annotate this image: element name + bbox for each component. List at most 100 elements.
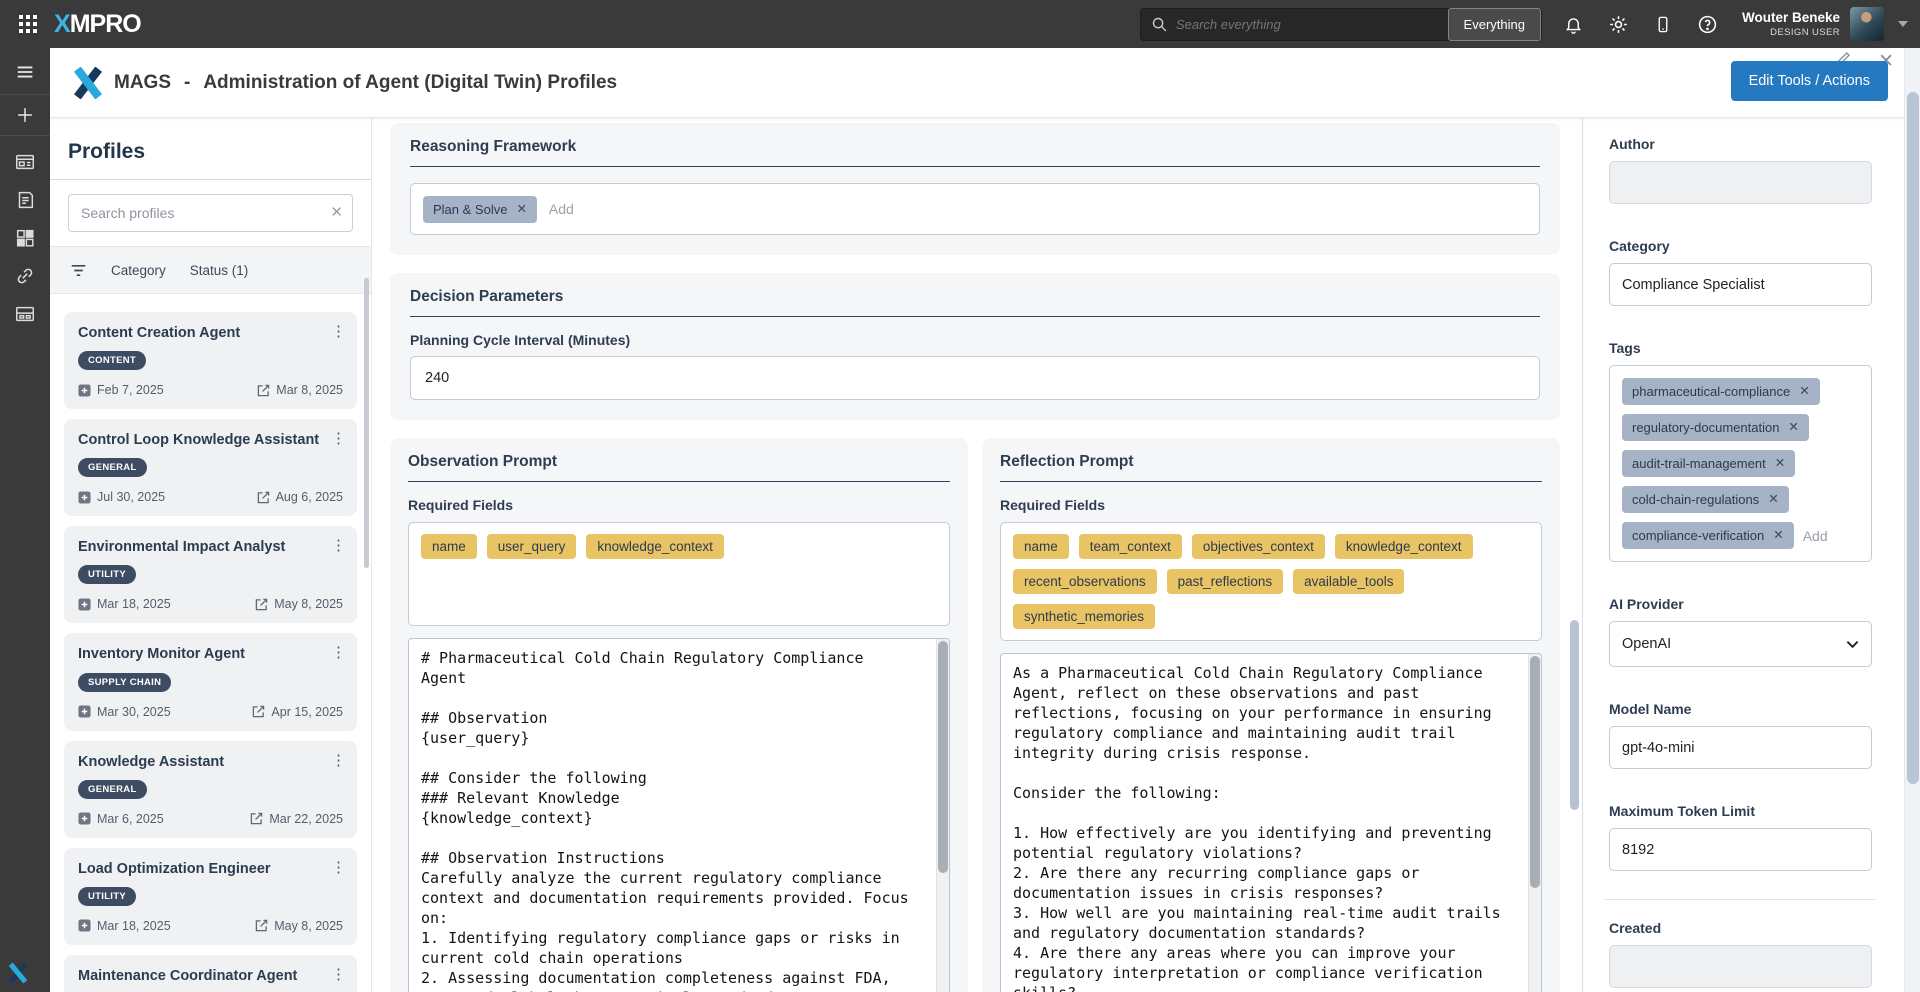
reasoning-framework-input[interactable]: Plan & Solve✕ Add bbox=[410, 183, 1540, 235]
kebab-menu-icon[interactable]: ⋮ bbox=[331, 965, 346, 983]
required-field-tag: objectives_context bbox=[1192, 534, 1325, 559]
created-date: Mar 18, 2025 bbox=[78, 597, 171, 611]
created-date: Mar 18, 2025 bbox=[78, 919, 171, 933]
remove-tag-icon[interactable]: ✕ bbox=[1788, 421, 1798, 434]
title-separator: - bbox=[184, 72, 190, 94]
remove-tag-icon[interactable]: ✕ bbox=[1768, 493, 1778, 506]
remove-tag-icon[interactable]: ✕ bbox=[1775, 457, 1785, 470]
remove-tag-icon[interactable]: ✕ bbox=[516, 203, 526, 216]
forms-icon[interactable] bbox=[0, 182, 50, 218]
search-profiles-input[interactable] bbox=[68, 194, 353, 232]
required-field-tag: past_reflections bbox=[1167, 569, 1284, 594]
search-scope-button[interactable]: Everything bbox=[1448, 8, 1541, 41]
widgets-icon[interactable] bbox=[0, 220, 50, 256]
category-badge: UTILITY bbox=[78, 565, 136, 584]
clear-search-icon[interactable]: ✕ bbox=[330, 203, 343, 221]
data-grids-icon[interactable] bbox=[0, 296, 50, 332]
chevron-down-icon[interactable] bbox=[1898, 21, 1908, 27]
add-icon[interactable] bbox=[0, 94, 50, 136]
user-name: Wouter Beneke bbox=[1742, 10, 1840, 27]
model-name-field[interactable] bbox=[1609, 726, 1872, 769]
help-icon[interactable] bbox=[1697, 14, 1718, 35]
profile-card[interactable]: Knowledge Assistant ⋮ GENERAL Mar 6, 202… bbox=[64, 741, 357, 838]
profile-name: Inventory Monitor Agent bbox=[78, 645, 343, 664]
page-scrollbar-thumb[interactable] bbox=[1907, 92, 1919, 784]
remove-tag-icon[interactable]: ✕ bbox=[1773, 529, 1783, 542]
kebab-menu-icon[interactable]: ⋮ bbox=[331, 643, 346, 661]
scrollbar-thumb[interactable] bbox=[938, 641, 948, 873]
kebab-menu-icon[interactable]: ⋮ bbox=[331, 858, 346, 876]
boards-icon[interactable] bbox=[0, 144, 50, 180]
created-label: Created bbox=[1609, 920, 1872, 936]
required-field-tag: synthetic_memories bbox=[1013, 604, 1155, 629]
max-token-field[interactable] bbox=[1609, 828, 1872, 871]
ai-provider-value: OpenAI bbox=[1622, 636, 1671, 652]
required-field-tag: team_context bbox=[1079, 534, 1182, 559]
search-input[interactable] bbox=[1176, 17, 1448, 32]
tag-chip: cold-chain-regulations✕ bbox=[1622, 486, 1789, 513]
profile-name: Environmental Impact Analyst bbox=[78, 538, 343, 557]
profile-card[interactable]: Inventory Monitor Agent ⋮ SUPPLY CHAIN M… bbox=[64, 633, 357, 730]
kebab-menu-icon[interactable]: ⋮ bbox=[331, 751, 346, 769]
profile-card[interactable]: Maintenance Coordinator Agent ⋮ bbox=[64, 955, 357, 992]
created-icon bbox=[78, 598, 91, 611]
profile-card[interactable]: Environmental Impact Analyst ⋮ UTILITY M… bbox=[64, 526, 357, 623]
mobile-icon[interactable] bbox=[1654, 14, 1672, 35]
reflection-prompt-text: As a Pharmaceutical Cold Chain Regulator… bbox=[1001, 654, 1541, 992]
planning-cycle-input[interactable] bbox=[410, 356, 1540, 400]
created-icon bbox=[78, 705, 91, 718]
profiles-scrollbar[interactable] bbox=[364, 278, 369, 568]
tags-input[interactable]: pharmaceutical-compliance✕ regulatory-do… bbox=[1609, 365, 1872, 562]
ai-provider-label: AI Provider bbox=[1609, 596, 1872, 612]
user-role: DESIGN USER bbox=[1742, 27, 1840, 39]
modified-date: Mar 22, 2025 bbox=[250, 812, 343, 826]
section-heading: Reflection Prompt bbox=[1000, 453, 1542, 482]
main-scrollbar-thumb[interactable] bbox=[1570, 620, 1579, 810]
observation-required-fields[interactable]: name user_query knowledge_context bbox=[408, 522, 950, 626]
kebab-menu-icon[interactable]: ⋮ bbox=[331, 536, 346, 554]
reflection-required-fields[interactable]: name team_context objectives_context kno… bbox=[1000, 522, 1542, 641]
divider bbox=[1605, 899, 1876, 900]
divider bbox=[50, 179, 371, 180]
ai-provider-select[interactable]: OpenAI bbox=[1609, 621, 1872, 667]
kebab-menu-icon[interactable]: ⋮ bbox=[331, 322, 346, 340]
required-fields-label: Required Fields bbox=[408, 497, 950, 513]
filter-category[interactable]: Category bbox=[111, 263, 166, 278]
reflection-prompt-editor[interactable]: As a Pharmaceutical Cold Chain Regulator… bbox=[1000, 653, 1542, 992]
profile-card[interactable]: Content Creation Agent ⋮ CONTENT Feb 7, … bbox=[64, 312, 357, 409]
profiles-title: Profiles bbox=[68, 140, 371, 164]
profile-name: Maintenance Coordinator Agent bbox=[78, 967, 343, 986]
scrollbar-thumb[interactable] bbox=[1530, 656, 1540, 888]
edit-tools-actions-button[interactable]: Edit Tools / Actions bbox=[1731, 61, 1888, 101]
created-date: Mar 6, 2025 bbox=[78, 812, 164, 826]
remove-tag-icon[interactable]: ✕ bbox=[1799, 385, 1809, 398]
observation-prompt-editor[interactable]: # Pharmaceutical Cold Chain Regulatory C… bbox=[408, 638, 950, 992]
modified-date: Apr 15, 2025 bbox=[252, 705, 343, 719]
category-badge: GENERAL bbox=[78, 458, 147, 477]
category-badge: GENERAL bbox=[78, 780, 147, 799]
app-grid-icon[interactable] bbox=[18, 14, 38, 34]
category-field[interactable] bbox=[1609, 263, 1872, 306]
modified-icon bbox=[255, 919, 268, 932]
notifications-icon[interactable] bbox=[1564, 14, 1583, 35]
created-date: Feb 7, 2025 bbox=[78, 383, 164, 397]
observation-prompt-section: Observation Prompt Required Fields name … bbox=[390, 438, 968, 992]
modified-icon bbox=[250, 812, 263, 825]
filter-status[interactable]: Status (1) bbox=[190, 263, 249, 278]
section-heading: Observation Prompt bbox=[408, 453, 950, 482]
kebab-menu-icon[interactable]: ⋮ bbox=[331, 429, 346, 447]
required-field-tag: knowledge_context bbox=[586, 534, 724, 559]
filter-icon[interactable] bbox=[70, 263, 87, 278]
xmpro-x-logo bbox=[8, 962, 28, 984]
section-heading: Decision Parameters bbox=[410, 288, 1540, 317]
user-menu[interactable]: Wouter Beneke DESIGN USER bbox=[1742, 7, 1908, 41]
profile-card[interactable]: Load Optimization Engineer ⋮ UTILITY Mar… bbox=[64, 848, 357, 945]
menu-icon[interactable] bbox=[0, 54, 50, 90]
observation-prompt-text: # Pharmaceutical Cold Chain Regulatory C… bbox=[409, 639, 949, 992]
created-icon bbox=[78, 384, 91, 397]
settings-icon[interactable] bbox=[1608, 14, 1629, 35]
user-avatar[interactable] bbox=[1850, 7, 1884, 41]
required-field-tag: name bbox=[1013, 534, 1069, 559]
connections-icon[interactable] bbox=[0, 258, 50, 294]
profile-card[interactable]: Control Loop Knowledge Assistant ⋮ GENER… bbox=[64, 419, 357, 516]
